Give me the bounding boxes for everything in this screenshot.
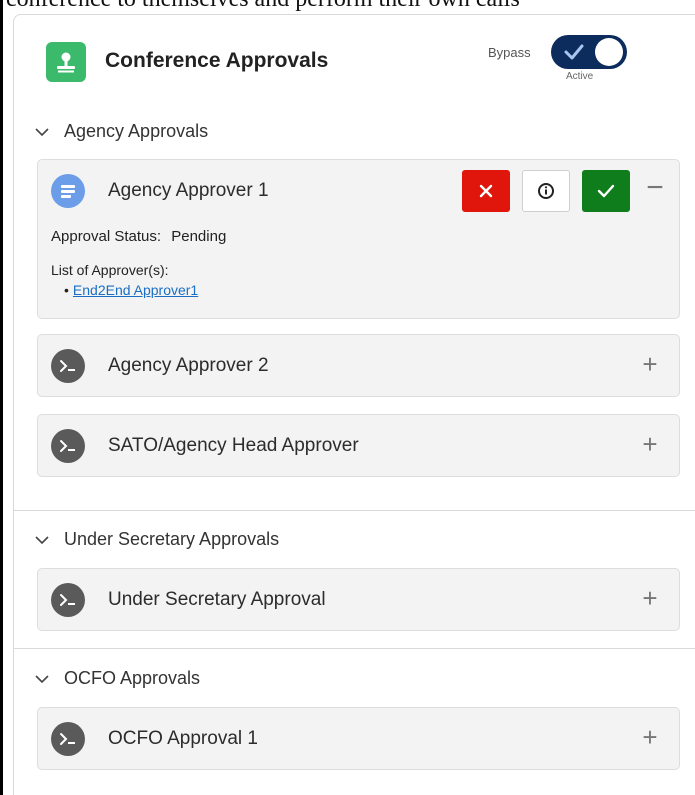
background-document-text: conference to themselves and perform the… — [6, 0, 695, 13]
close-icon — [479, 184, 493, 198]
approver-panel-under-secretary[interactable]: Under Secretary Approval + — [37, 568, 680, 631]
chevron-down-icon — [34, 674, 52, 684]
reject-button[interactable] — [462, 170, 510, 212]
approver-name: Agency Approver 1 — [108, 180, 269, 201]
bypass-label: Bypass — [488, 45, 531, 60]
toggle-state-label: Active — [566, 71, 594, 82]
terminal-icon — [51, 429, 85, 463]
approver-panel-sato-agency-head[interactable]: SATO/Agency Head Approver + — [37, 414, 680, 477]
card-header: Conference Approvals Bypass Active — [14, 15, 695, 105]
approver-name: Under Secretary Approval — [108, 589, 326, 610]
expand-icon[interactable]: + — [639, 724, 661, 750]
conference-approvals-card: Conference Approvals Bypass Active Agenc… — [13, 14, 695, 795]
approval-status-value: Pending — [171, 228, 227, 245]
info-icon — [538, 183, 554, 199]
expand-icon[interactable]: + — [639, 431, 661, 457]
user-approval-icon — [46, 42, 86, 82]
section-ocfo-approvals[interactable]: OCFO Approvals — [34, 668, 200, 689]
chevron-down-icon — [34, 127, 52, 137]
section-under-secretary-approvals[interactable]: Under Secretary Approvals — [34, 529, 279, 550]
approval-step-icon — [51, 174, 85, 208]
terminal-icon — [51, 583, 85, 617]
info-button[interactable] — [522, 170, 570, 212]
approval-status-label: Approval Status: — [51, 228, 162, 245]
approvers-list-label: List of Approver(s): — [51, 262, 169, 278]
approver-panel-agency-approver-1: Agency Approver 1 − Approval Status: Pen… — [37, 159, 680, 319]
check-icon — [564, 44, 584, 60]
section-title: Agency Approvals — [64, 121, 209, 141]
check-icon — [597, 184, 615, 198]
bypass-toggle[interactable] — [551, 35, 627, 69]
approver-panel-agency-approver-2[interactable]: Agency Approver 2 + — [37, 334, 680, 397]
approval-status: Approval Status: Pending — [51, 228, 232, 245]
page-title: Conference Approvals — [105, 49, 329, 72]
list-item: • End2End Approver1 — [64, 282, 198, 298]
approver-name: SATO/Agency Head Approver — [108, 435, 359, 456]
collapse-icon[interactable]: − — [642, 173, 668, 204]
terminal-icon — [51, 722, 85, 756]
approver-name: OCFO Approval 1 — [108, 728, 258, 749]
window-border — [0, 0, 3, 795]
toggle-knob — [595, 38, 623, 66]
bullet: • — [64, 282, 69, 298]
approver-link[interactable]: End2End Approver1 — [73, 282, 198, 298]
approve-button[interactable] — [582, 170, 630, 212]
approver-name: Agency Approver 2 — [108, 355, 269, 376]
section-title: Under Secretary Approvals — [64, 529, 280, 549]
section-agency-approvals[interactable]: Agency Approvals — [34, 121, 208, 142]
section-divider — [14, 648, 695, 649]
expand-icon[interactable]: + — [639, 351, 661, 377]
approver-panel-ocfo-approval-1[interactable]: OCFO Approval 1 + — [37, 707, 680, 770]
section-title: OCFO Approvals — [64, 668, 201, 688]
chevron-down-icon — [34, 535, 52, 545]
terminal-icon — [51, 349, 85, 383]
expand-icon[interactable]: + — [639, 585, 661, 611]
section-divider — [14, 510, 695, 511]
